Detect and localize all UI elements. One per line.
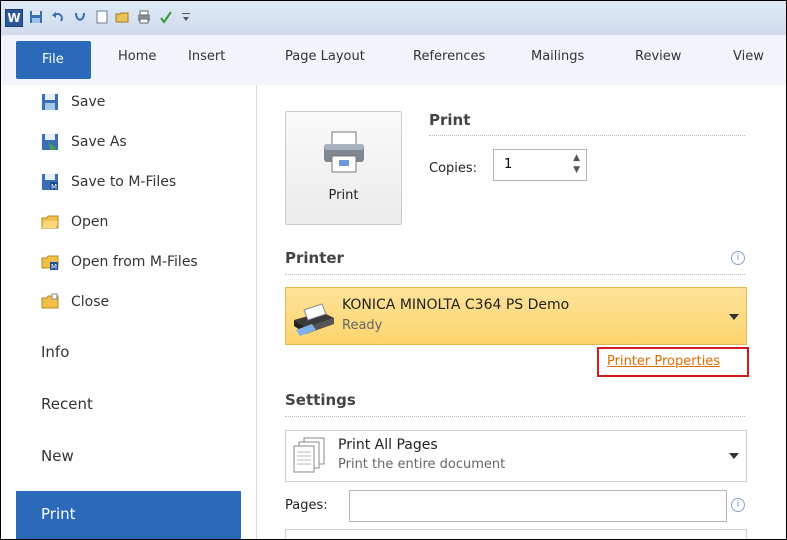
copies-stepper[interactable]: 1 ▲ ▼ bbox=[493, 149, 587, 181]
save-as-icon bbox=[42, 134, 58, 150]
save-icon[interactable] bbox=[29, 10, 43, 24]
nav-section-recent[interactable]: Recent bbox=[41, 395, 93, 413]
svg-text:M: M bbox=[51, 183, 57, 191]
pages-input[interactable] bbox=[349, 490, 727, 522]
print-scope-select[interactable]: Print All Pages Print the entire documen… bbox=[285, 430, 747, 482]
pages-icon bbox=[293, 437, 325, 473]
print-scope-description: Print the entire document bbox=[338, 457, 506, 472]
copies-label: Copies: bbox=[429, 161, 478, 176]
print-section-title: Print bbox=[429, 111, 471, 129]
tab-file[interactable]: File bbox=[16, 41, 91, 79]
decrement-icon[interactable]: ▼ bbox=[573, 165, 580, 175]
printer-select[interactable]: KONICA MINOLTA C364 PS Demo Ready bbox=[285, 287, 747, 345]
open-folder-icon bbox=[41, 215, 59, 229]
settings-section-title: Settings bbox=[285, 391, 356, 409]
svg-text:M: M bbox=[51, 263, 57, 271]
printer-name: KONICA MINOLTA C364 PS Demo bbox=[342, 297, 570, 313]
print-button[interactable]: Print bbox=[285, 111, 402, 225]
divider bbox=[285, 416, 745, 417]
printer-properties-link[interactable]: Printer Properties bbox=[597, 347, 749, 377]
printer-icon bbox=[324, 131, 364, 173]
tab-page-layout[interactable]: Page Layout bbox=[285, 49, 365, 64]
info-icon[interactable]: i bbox=[731, 498, 745, 512]
divider bbox=[429, 135, 745, 136]
nav-section-info[interactable]: Info bbox=[41, 343, 69, 361]
undo-icon[interactable] bbox=[51, 10, 65, 24]
print-scope-value: Print All Pages bbox=[338, 437, 438, 453]
open-icon[interactable] bbox=[115, 10, 129, 24]
save-icon bbox=[42, 94, 58, 110]
tab-review[interactable]: Review bbox=[635, 49, 681, 64]
tab-home[interactable]: Home bbox=[118, 49, 156, 64]
info-icon[interactable]: i bbox=[731, 251, 745, 265]
quick-print-icon[interactable] bbox=[137, 10, 151, 24]
ribbon-tab-bar: File Home Insert Page Layout References … bbox=[1, 35, 786, 86]
increment-icon[interactable]: ▲ bbox=[573, 153, 580, 163]
nav-section-new[interactable]: New bbox=[41, 447, 74, 465]
tab-references[interactable]: References bbox=[413, 49, 485, 64]
close-folder-icon bbox=[41, 293, 59, 309]
printer-section-title: Printer bbox=[285, 249, 344, 267]
tab-insert[interactable]: Insert bbox=[188, 49, 225, 64]
chevron-down-icon bbox=[729, 453, 739, 459]
word-app-icon[interactable]: W bbox=[5, 9, 23, 27]
printer-status: Ready bbox=[342, 318, 383, 333]
tab-view[interactable]: View bbox=[733, 49, 764, 64]
customize-toolbar-icon[interactable] bbox=[179, 10, 193, 24]
tab-mailings[interactable]: Mailings bbox=[531, 49, 584, 64]
quick-access-toolbar: W bbox=[1, 1, 786, 35]
printer-device-icon bbox=[294, 303, 334, 336]
new-document-icon[interactable] bbox=[95, 10, 109, 24]
save-to-mfiles-icon: M bbox=[42, 174, 58, 191]
selected-arrow-icon bbox=[241, 504, 253, 526]
nav-section-print[interactable]: Print bbox=[16, 491, 253, 539]
print-pane: Print Print Copies: 1 ▲ ▼ Printer i KONI… bbox=[257, 85, 786, 539]
backstage-nav: Save Save As M Save to M-Files Open M Op… bbox=[1, 85, 257, 539]
next-setting-select[interactable] bbox=[285, 529, 747, 539]
chevron-down-icon bbox=[729, 314, 739, 320]
pages-label: Pages: bbox=[285, 498, 328, 513]
word-backstage-window: W File Home Insert Page Layout Reference… bbox=[0, 0, 787, 540]
redo-icon[interactable] bbox=[73, 10, 87, 24]
divider bbox=[285, 274, 745, 275]
copies-value: 1 bbox=[504, 157, 513, 172]
spelling-icon[interactable] bbox=[159, 10, 173, 24]
open-from-mfiles-icon: M bbox=[41, 255, 59, 271]
